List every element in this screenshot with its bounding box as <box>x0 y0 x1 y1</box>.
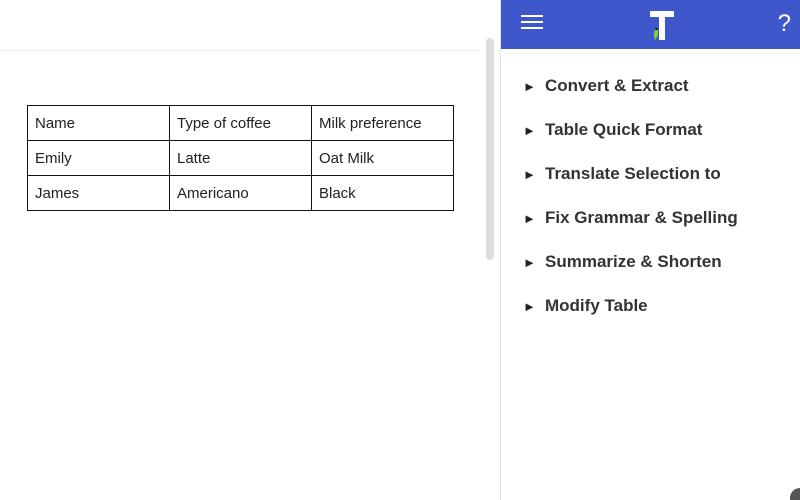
table-cell[interactable]: James <box>27 175 170 211</box>
table-cell[interactable]: Name <box>27 105 170 141</box>
table-row: Name Type of coffee Milk preference <box>27 105 454 141</box>
document-scrollbar[interactable] <box>486 38 494 260</box>
menu-item-label: Fix Grammar & Spelling <box>545 208 738 227</box>
triangle-right-icon: ► <box>523 210 536 226</box>
document-table[interactable]: Name Type of coffee Milk preference Emil… <box>27 105 454 211</box>
hamburger-icon[interactable] <box>521 12 543 34</box>
menu-item-convert-extract[interactable]: ► Convert & Extract <box>523 64 738 108</box>
triangle-right-icon: ► <box>523 166 536 182</box>
addon-sidebar: T ? ► Convert & Extract ► Table Quick Fo… <box>500 0 800 500</box>
table-cell[interactable]: Emily <box>27 140 170 176</box>
menu-item-label: Modify Table <box>545 296 648 315</box>
help-button[interactable]: ? <box>778 10 791 38</box>
table-cell[interactable]: Oat Milk <box>311 140 454 176</box>
menu-item-label: Summarize & Shorten <box>545 252 722 271</box>
table-row: Emily Latte Oat Milk <box>27 140 454 176</box>
document-area[interactable]: Name Type of coffee Milk preference Emil… <box>0 0 500 500</box>
sidebar-menu: ► Convert & Extract ► Table Quick Format… <box>523 64 738 328</box>
triangle-right-icon: ► <box>523 254 536 270</box>
table-cell[interactable]: Latte <box>169 140 312 176</box>
menu-item-label: Convert & Extract <box>545 76 689 95</box>
triangle-right-icon: ► <box>523 78 536 94</box>
menu-item-label: Table Quick Format <box>545 120 703 139</box>
table-cell[interactable]: Type of coffee <box>169 105 312 141</box>
table-cell[interactable]: Milk preference <box>311 105 454 141</box>
corner-resize-handle[interactable] <box>790 488 800 500</box>
table-cell[interactable]: Americano <box>169 175 312 211</box>
menu-item-fix-grammar[interactable]: ► Fix Grammar & Spelling <box>523 196 738 240</box>
menu-item-table-quick-format[interactable]: ► Table Quick Format <box>523 108 738 152</box>
sidebar-header: T ? <box>501 0 800 49</box>
menu-item-modify-table[interactable]: ► Modify Table <box>523 284 738 328</box>
menu-item-translate-selection[interactable]: ► Translate Selection to <box>523 152 738 196</box>
table-cell[interactable]: Black <box>311 175 454 211</box>
menu-item-label: Translate Selection to <box>545 164 721 183</box>
triangle-right-icon: ► <box>523 298 536 314</box>
menu-item-summarize-shorten[interactable]: ► Summarize & Shorten <box>523 240 738 284</box>
document-divider <box>0 50 480 51</box>
table-row: James Americano Black <box>27 175 454 211</box>
triangle-right-icon: ► <box>523 122 536 138</box>
logo-icon: T <box>650 11 674 40</box>
